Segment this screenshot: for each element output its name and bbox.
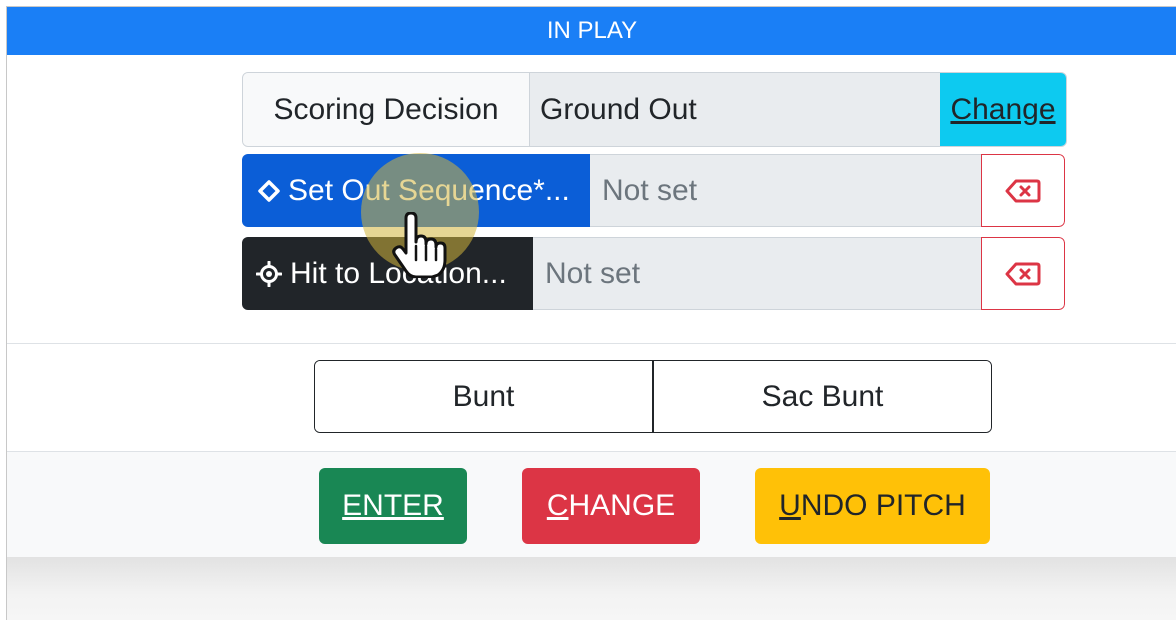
scoring-decision-row: Scoring Decision Ground Out Change [242,72,1067,147]
bunt-button-group: Bunt Sac Bunt [314,360,992,433]
enter-label: ENTER [342,489,444,522]
undo-pitch-label: UNDO PITCH [779,489,966,522]
sac-bunt-button[interactable]: Sac Bunt [652,361,991,432]
crosshair-icon [256,260,282,287]
scoring-change-label: Change [950,92,1056,126]
set-out-sequence-label: Set Out Sequence*... [288,173,570,207]
hit-location-value: Not set [533,237,981,310]
out-sequence-row: Set Out Sequence*... Not set [242,154,1065,227]
backspace-x-icon [1005,178,1041,204]
change-button[interactable]: CHANGE [522,468,700,544]
enter-button[interactable]: ENTER [319,468,467,544]
in-play-panel: IN PLAY Scoring Decision Ground Out Chan… [6,6,1176,620]
section-divider [7,343,1176,344]
undo-pitch-button[interactable]: UNDO PITCH [755,468,990,544]
panel-footer: ENTER CHANGE UNDO PITCH [7,451,1176,558]
clear-hit-location-button[interactable] [981,237,1065,310]
set-out-sequence-button[interactable]: Set Out Sequence*... [242,154,590,227]
bottom-shadow [7,557,1176,620]
scoring-decision-value: Ground Out [530,73,940,146]
out-sequence-value: Not set [590,154,981,227]
backspace-x-icon [1005,261,1041,287]
change-label: CHANGE [546,489,676,522]
bunt-button[interactable]: Bunt [315,361,652,432]
panel-title: IN PLAY [7,7,1176,55]
hit-to-location-label: Hit to Location... [290,256,507,290]
diamond-icon [258,179,280,202]
hit-to-location-button[interactable]: Hit to Location... [242,237,533,310]
scoring-decision-label: Scoring Decision [243,73,530,146]
scoring-change-button[interactable]: Change [940,73,1066,146]
clear-out-sequence-button[interactable] [981,154,1065,227]
hit-location-row: Hit to Location... Not set [242,237,1065,310]
